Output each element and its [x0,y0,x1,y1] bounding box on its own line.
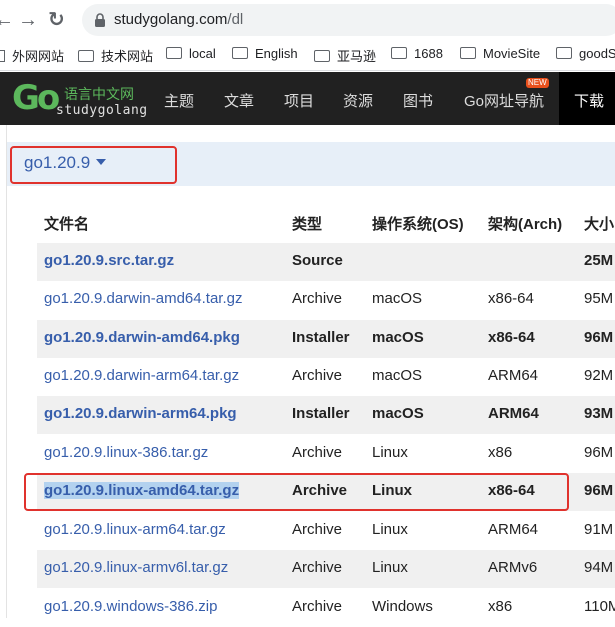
file-size: 96M [584,444,614,461]
file-link[interactable]: go1.20.9.darwin-amd64.pkg [44,329,240,346]
file-arch: ARM64 [488,405,539,422]
lock-icon [95,13,105,27]
bookmark-item[interactable]: 技术网站 [78,46,153,65]
bookmark-item[interactable]: English [232,46,298,61]
nav-download-active[interactable]: 下载 [559,72,615,125]
folder-icon [391,47,407,59]
file-kind: Archive [292,444,343,461]
logo-chinese-text[interactable]: 语言中文网 [64,84,134,104]
file-size: 91M [584,521,614,538]
site-header: Go 语言中文网 studygolang 主题 文章 项目 资源 图书 Go网址… [0,72,615,125]
bookmark-item[interactable]: MovieSite [460,46,540,61]
bookmark-item[interactable]: goodS [556,46,615,61]
table-row: go1.20.9.windows-386.zip Archive Windows… [37,589,615,627]
reload-icon[interactable]: ↻ [48,7,65,33]
logo-english-text[interactable]: studygolang [56,103,148,118]
table-row: go1.20.9.linux-arm64.tar.gz Archive Linu… [37,512,615,550]
folder-icon [314,50,330,62]
file-link[interactable]: go1.20.9.src.tar.gz [44,252,174,269]
forward-arrow-icon[interactable]: → [18,7,38,33]
file-link[interactable]: go1.20.9.windows-386.zip [44,598,217,615]
nav-resources[interactable]: 资源 [343,90,373,111]
browser-toolbar: ← → ↻ studygolang.com/dl [0,0,615,40]
file-kind: Archive [292,559,343,576]
file-arch: x86 [488,598,513,615]
table-row: go1.20.9.linux-386.tar.gz Archive Linux … [37,435,615,473]
file-os: macOS [372,329,424,346]
bookmarks-bar: 外网网站 技术网站 local English 亚马逊 1688 MovieSi… [0,40,615,71]
file-size: 25M [584,252,614,269]
file-size: 96M [584,329,614,346]
folder-icon [460,47,476,59]
file-kind: Source [292,252,343,269]
file-arch: ARMv6 [488,559,538,576]
file-link[interactable]: go1.20.9.darwin-amd64.tar.gz [44,290,242,307]
new-badge: NEW [526,78,549,88]
content-border [6,125,7,618]
file-link[interactable]: go1.20.9.darwin-arm64.tar.gz [44,367,239,384]
table-row: go1.20.9.darwin-arm64.tar.gz Archive mac… [37,358,615,396]
file-os: macOS [372,367,423,384]
nav-articles[interactable]: 文章 [224,90,254,111]
bookmark-item[interactable]: local [166,46,216,61]
file-arch: x86 [488,444,513,461]
folder-icon [232,47,248,59]
file-size: 92M [584,367,614,384]
file-arch: x86-64 [488,290,534,307]
file-link[interactable]: go1.20.9.darwin-arm64.pkg [44,405,237,422]
table-row: go1.20.9.darwin-amd64.tar.gz Archive mac… [37,281,615,319]
file-kind: Archive [292,521,343,538]
file-os: macOS [372,290,423,307]
file-size: 94M [584,559,614,576]
file-kind: Archive [292,598,343,615]
nav-go-links[interactable]: Go网址导航 [464,90,544,111]
file-link[interactable]: go1.20.9.linux-386.tar.gz [44,444,208,461]
file-arch: x86-64 [488,329,535,346]
table-row: go1.20.9.src.tar.gz Source 25M [37,243,615,281]
file-kind: Archive [292,367,343,384]
table-row: go1.20.9.darwin-arm64.pkg Installer macO… [37,396,615,434]
file-os: Linux [372,521,408,538]
file-size: 110M [584,598,615,615]
folder-icon [0,50,5,62]
nav-topics[interactable]: 主题 [164,90,194,111]
col-header-size: 大小 [584,216,615,233]
col-header-arch: 架构(Arch) [488,216,563,233]
file-size: 95M [584,290,614,307]
table-row: go1.20.9.darwin-amd64.pkg Installer macO… [37,320,615,358]
row-highlight-box [24,473,569,511]
bookmark-item[interactable]: 1688 [391,46,443,61]
folder-icon [78,50,94,62]
file-arch: ARM64 [488,521,539,538]
go-logo-icon[interactable]: Go [12,78,60,118]
file-link[interactable]: go1.20.9.linux-armv6l.tar.gz [44,559,228,576]
bookmark-item[interactable]: 外网网站 [0,46,64,65]
back-arrow-icon[interactable]: ← [0,7,14,33]
file-link[interactable]: go1.20.9.linux-arm64.tar.gz [44,521,226,538]
file-kind: Installer [292,405,350,422]
table-row: go1.20.9.linux-armv6l.tar.gz Archive Lin… [37,550,615,588]
nav-download[interactable]: 下载 [574,90,604,111]
file-kind: Installer [292,329,350,346]
folder-icon [556,47,572,59]
nav-projects[interactable]: 项目 [284,90,314,111]
file-os: Linux [372,559,408,576]
file-size: 93M [584,405,614,422]
bookmark-item[interactable]: 亚马逊 [314,46,376,65]
file-os: Linux [372,444,408,461]
nav-books[interactable]: 图书 [403,90,433,111]
file-size: 96M [584,482,614,499]
file-os: macOS [372,405,424,422]
url-text: studygolang.com/dl [114,11,244,28]
col-header-kind: 类型 [292,216,323,233]
file-arch: ARM64 [488,367,539,384]
file-kind: Archive [292,290,343,307]
file-os: Windows [372,598,433,615]
folder-icon [166,47,182,59]
col-header-os: 操作系统(OS) [372,216,464,233]
address-bar[interactable]: studygolang.com/dl [82,4,615,36]
col-header-filename: 文件名 [44,216,90,233]
version-highlight-box [10,146,177,184]
